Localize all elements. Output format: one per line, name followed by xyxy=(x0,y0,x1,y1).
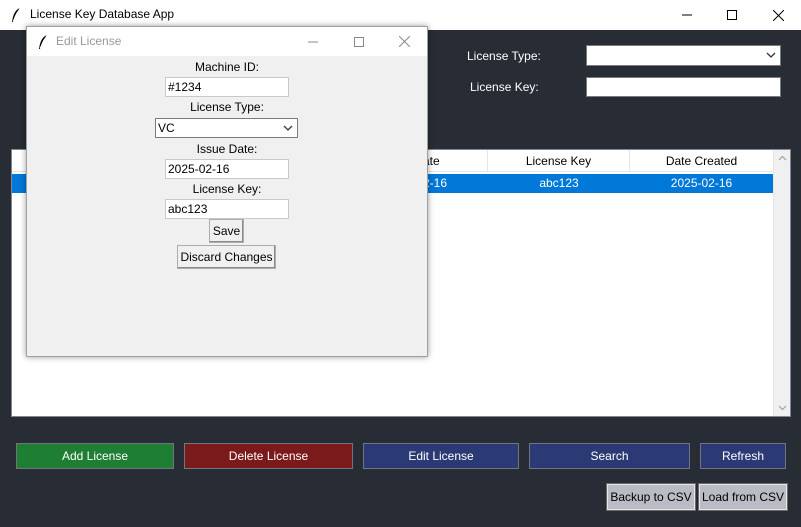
chevron-down-icon xyxy=(766,52,776,58)
issue-date-field[interactable]: 2025-02-16 xyxy=(165,159,289,179)
cell-license-key: abc123 xyxy=(539,176,579,190)
column-header-date-created[interactable]: Date Created xyxy=(630,150,773,172)
scroll-down-arrow-icon[interactable] xyxy=(778,403,787,412)
license-key-filter-label: License Key: xyxy=(470,80,539,94)
feather-icon xyxy=(12,7,21,22)
scroll-up-arrow-icon[interactable] xyxy=(778,154,787,163)
license-key-filter-input[interactable] xyxy=(586,77,781,97)
add-license-button[interactable]: Add License xyxy=(16,443,174,469)
machine-id-field[interactable]: #1234 xyxy=(165,77,289,97)
license-type-label: License Type: xyxy=(190,100,264,114)
dialog-minimize-button[interactable] xyxy=(290,27,336,56)
search-button[interactable]: Search xyxy=(529,443,690,469)
license-type-value: VC xyxy=(158,121,175,135)
dialog-title-bar: Edit License xyxy=(27,27,427,56)
license-type-filter-label: License Type: xyxy=(467,49,541,63)
feather-icon xyxy=(39,34,48,49)
save-button[interactable]: Save xyxy=(209,219,244,243)
minimize-icon xyxy=(682,14,692,16)
maximize-button[interactable] xyxy=(709,0,755,30)
delete-license-button[interactable]: Delete License xyxy=(184,443,353,469)
vertical-scrollbar[interactable] xyxy=(773,150,790,416)
dialog-title: Edit License xyxy=(56,34,122,48)
cell-date-created: 2025-02-16 xyxy=(670,176,733,190)
chevron-down-icon xyxy=(283,125,293,131)
license-key-label: License Key: xyxy=(192,182,262,196)
edit-license-dialog: Edit License Machine ID: #1234 License T… xyxy=(26,26,428,357)
license-key-field[interactable]: abc123 xyxy=(165,199,289,219)
refresh-button[interactable]: Refresh xyxy=(700,443,786,469)
column-header-license-key[interactable]: License Key xyxy=(488,150,630,172)
edit-license-button[interactable]: Edit License xyxy=(363,443,519,469)
dialog-close-button[interactable] xyxy=(381,27,427,56)
license-type-filter-combobox[interactable] xyxy=(586,45,781,66)
close-icon xyxy=(772,9,784,21)
license-type-combobox[interactable]: VC xyxy=(155,118,298,138)
issue-date-label: Issue Date: xyxy=(196,142,258,156)
maximize-icon xyxy=(354,36,364,47)
discard-changes-button[interactable]: Discard Changes xyxy=(177,245,276,269)
minimize-button[interactable] xyxy=(664,0,710,30)
maximize-icon xyxy=(727,10,737,20)
dialog-maximize-button[interactable] xyxy=(336,27,382,56)
close-button[interactable] xyxy=(755,0,801,30)
close-icon xyxy=(398,36,410,47)
minimize-icon xyxy=(308,41,318,42)
load-from-csv-button[interactable]: Load from CSV xyxy=(698,483,788,511)
machine-id-label: Machine ID: xyxy=(194,60,260,74)
backup-to-csv-button[interactable]: Backup to CSV xyxy=(606,483,696,511)
window-title: License Key Database App xyxy=(30,7,175,21)
